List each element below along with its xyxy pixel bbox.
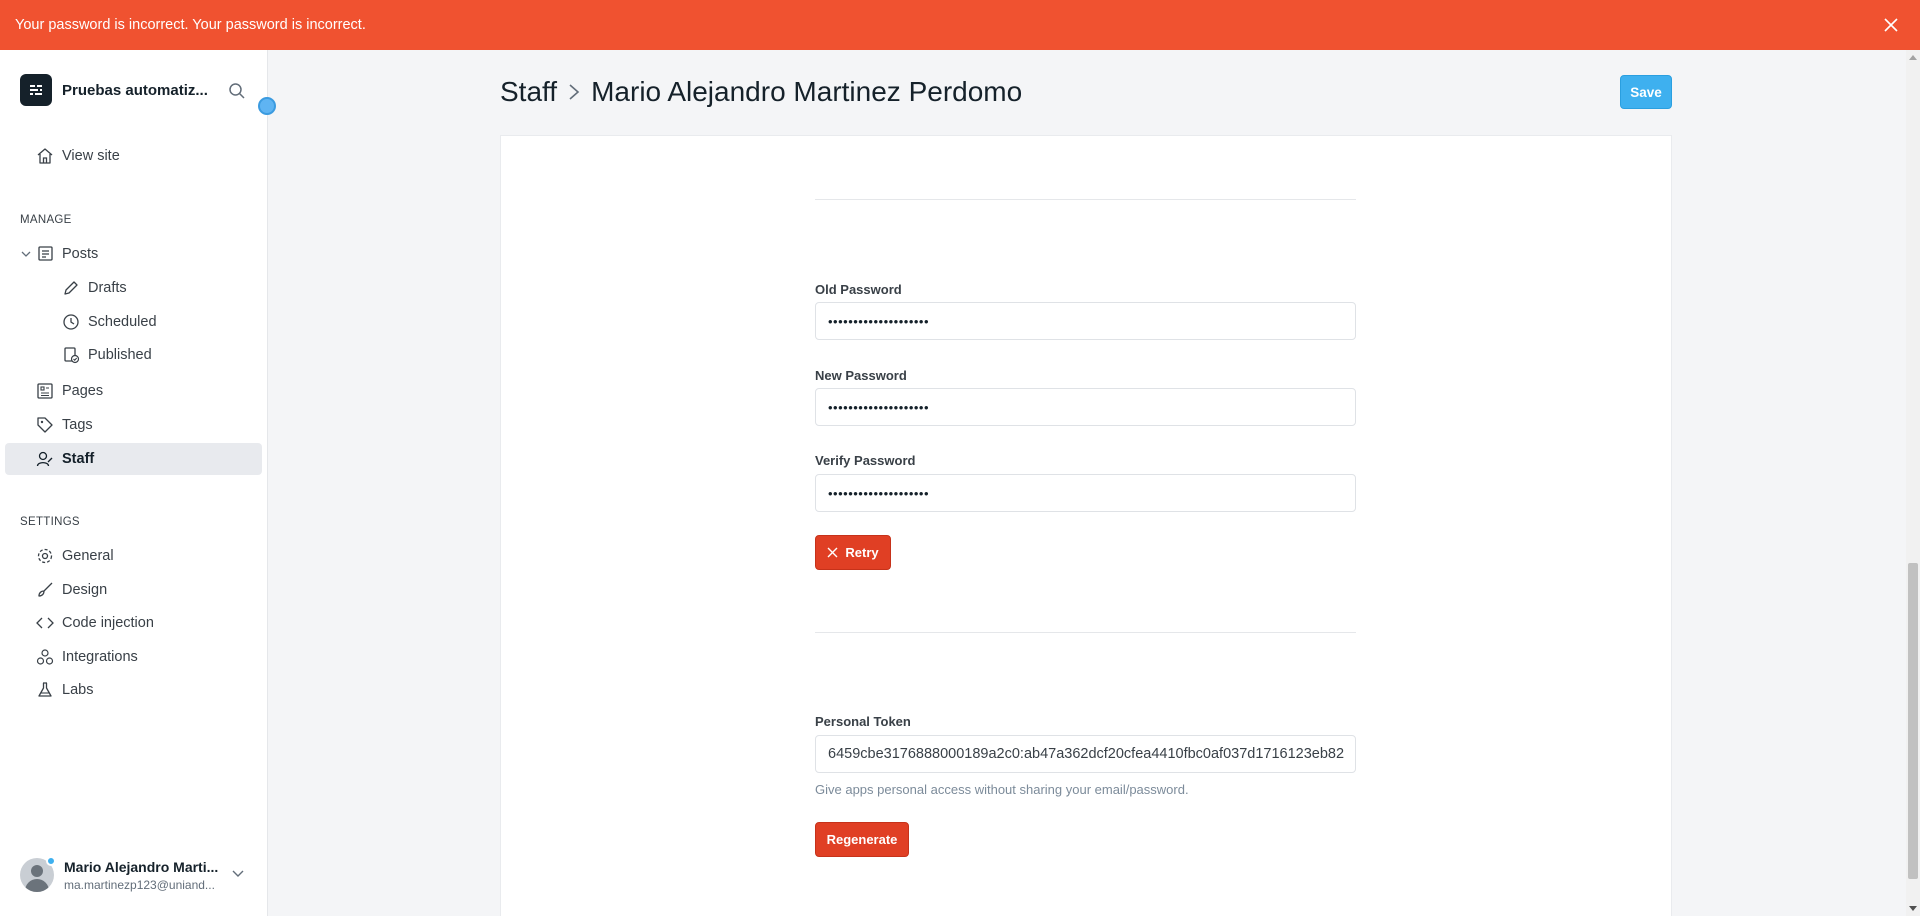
sidebar-item-published[interactable]: Published bbox=[62, 339, 152, 371]
sidebar-item-label: View site bbox=[62, 148, 120, 164]
pages-icon bbox=[36, 382, 54, 400]
old-password-field[interactable]: •••••••••••••••••••• bbox=[815, 302, 1356, 340]
home-icon bbox=[36, 147, 54, 165]
regenerate-button[interactable]: Regenerate bbox=[815, 822, 909, 857]
retry-label: Retry bbox=[845, 545, 879, 560]
section-divider bbox=[815, 632, 1356, 633]
page-title: Mario Alejandro Martinez Perdomo bbox=[591, 76, 1023, 107]
user-email: ma.martinezp123@uniand... bbox=[64, 877, 215, 892]
published-icon bbox=[62, 346, 80, 364]
integrations-icon bbox=[36, 648, 54, 666]
close-icon bbox=[827, 547, 838, 558]
section-divider bbox=[815, 199, 1356, 200]
sidebar-item-staff[interactable]: Staff bbox=[5, 443, 262, 475]
sidebar-item-scheduled[interactable]: Scheduled bbox=[62, 306, 157, 338]
new-password-label: New Password bbox=[815, 368, 907, 383]
sidebar-item-integrations[interactable]: Integrations bbox=[36, 641, 138, 673]
scroll-up-arrow-icon[interactable] bbox=[1906, 50, 1920, 64]
sidebar-item-tags[interactable]: Tags bbox=[36, 409, 93, 441]
sidebar-item-label: Integrations bbox=[62, 649, 138, 665]
code-icon bbox=[36, 614, 54, 632]
alert-message: Your password is incorrect. Your passwor… bbox=[15, 17, 366, 33]
verify-password-label: Verify Password bbox=[815, 453, 916, 468]
sidebar-item-label: Posts bbox=[62, 246, 99, 262]
sidebar-item-pages[interactable]: Pages bbox=[36, 375, 103, 407]
posts-icon bbox=[36, 245, 54, 263]
sidebar: Pruebas automatiz... View site MANAGE Po… bbox=[0, 50, 268, 916]
sidebar-item-label: Pages bbox=[62, 383, 104, 399]
verify-password-field[interactable]: •••••••••••••••••••• bbox=[815, 474, 1356, 512]
sidebar-item-drafts[interactable]: Drafts bbox=[62, 272, 127, 304]
site-logo-icon bbox=[20, 74, 52, 106]
personal-token-label: Personal Token bbox=[815, 714, 911, 729]
sidebar-item-posts[interactable]: Posts bbox=[20, 238, 98, 270]
sidebar-item-label: General bbox=[62, 548, 114, 564]
sidebar-item-general[interactable]: General bbox=[36, 540, 114, 572]
save-button[interactable]: Save bbox=[1620, 75, 1672, 109]
sidebar-item-code-injection[interactable]: Code injection bbox=[36, 607, 154, 639]
breadcrumb-staff-link[interactable]: Staff bbox=[500, 76, 557, 108]
personal-token-help: Give apps personal access without sharin… bbox=[815, 782, 1189, 797]
sidebar-item-view-site[interactable]: View site bbox=[36, 140, 120, 172]
tag-icon bbox=[36, 416, 54, 434]
sidebar-item-label: Labs bbox=[62, 682, 94, 698]
personal-token-field[interactable]: 6459cbe3176888000189a2c0:ab47a362dcf20cf… bbox=[815, 735, 1356, 773]
chevron-down-icon[interactable] bbox=[20, 245, 32, 263]
staff-icon bbox=[36, 450, 54, 468]
old-password-label: Old Password bbox=[815, 282, 902, 297]
site-brand[interactable]: Pruebas automatiz... bbox=[20, 74, 208, 106]
sidebar-item-labs[interactable]: Labs bbox=[36, 674, 93, 706]
sidebar-item-label: Drafts bbox=[88, 280, 127, 296]
sidebar-item-label: Published bbox=[88, 347, 152, 363]
breadcrumb: Staff Mario Alejandro Martinez Perdomo bbox=[500, 75, 1022, 109]
sidebar-item-label: Scheduled bbox=[88, 314, 157, 330]
sidebar-item-label: Code injection bbox=[62, 615, 154, 631]
sidebar-item-label: Staff bbox=[62, 451, 95, 467]
chevron-down-icon[interactable] bbox=[232, 866, 244, 884]
flask-icon bbox=[36, 681, 54, 699]
site-name: Pruebas automatiz... bbox=[62, 81, 208, 99]
new-password-field[interactable]: •••••••••••••••••••• bbox=[815, 388, 1356, 426]
scroll-down-arrow-icon[interactable] bbox=[1906, 902, 1920, 916]
sidebar-item-label: Tags bbox=[62, 417, 93, 433]
manage-section-title: MANAGE bbox=[20, 214, 72, 226]
staff-settings-card bbox=[500, 135, 1672, 916]
pencil-icon bbox=[62, 279, 80, 297]
brush-icon bbox=[36, 581, 54, 599]
online-status-dot bbox=[46, 856, 56, 866]
cursor-indicator bbox=[258, 97, 276, 115]
settings-section-title: SETTINGS bbox=[20, 516, 80, 528]
sidebar-item-design[interactable]: Design bbox=[36, 574, 107, 606]
gear-icon bbox=[36, 547, 54, 565]
user-menu[interactable]: Mario Alejandro Marti... ma.martinezp123… bbox=[20, 856, 250, 892]
user-name: Mario Alejandro Marti... bbox=[64, 858, 219, 875]
sidebar-item-label: Design bbox=[62, 582, 108, 598]
search-icon[interactable] bbox=[228, 82, 246, 105]
chevron-right-icon bbox=[567, 83, 581, 101]
error-alert-banner: Your password is incorrect. Your passwor… bbox=[0, 0, 1920, 50]
retry-button[interactable]: Retry bbox=[815, 535, 891, 570]
scrollbar-thumb[interactable] bbox=[1908, 563, 1918, 879]
close-icon[interactable] bbox=[1881, 15, 1901, 35]
clock-icon bbox=[62, 313, 80, 331]
